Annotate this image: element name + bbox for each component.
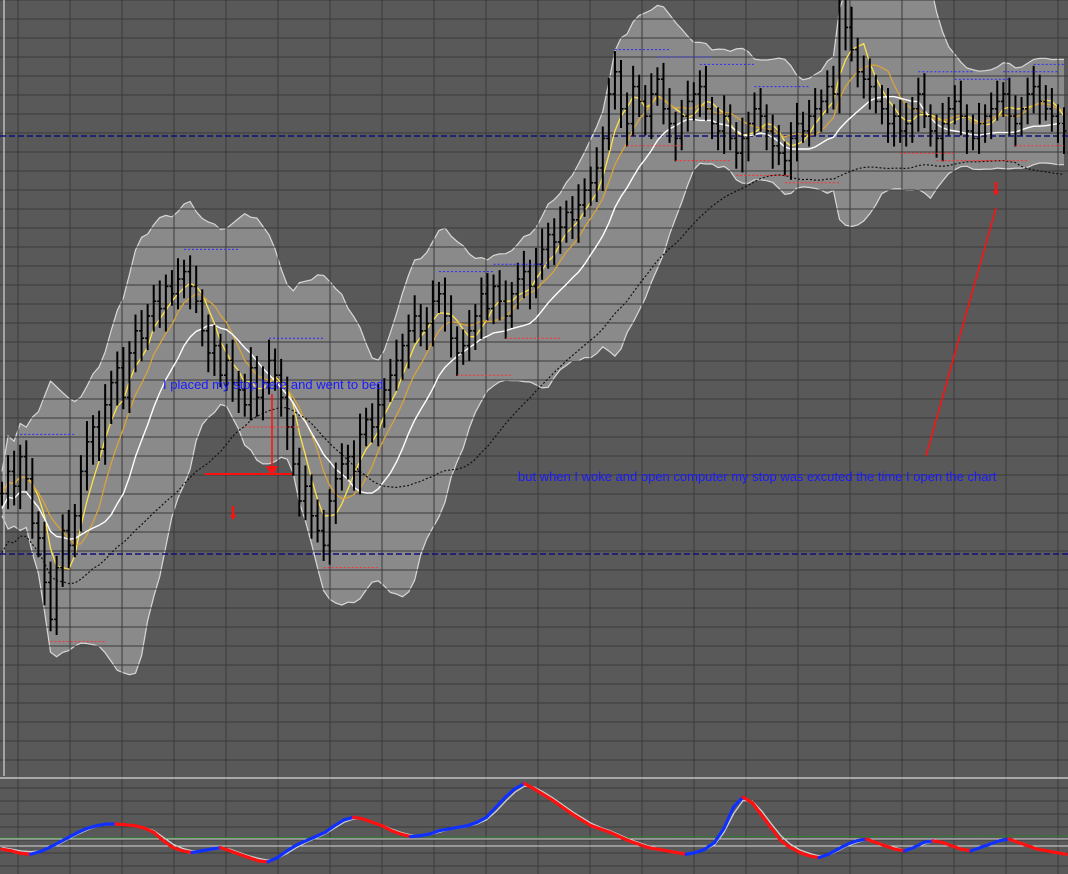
oscillator-panel [0, 776, 1068, 874]
oscillator-background [0, 776, 1068, 874]
woke-annotation-text: but when I woke and open computer my sto… [518, 469, 997, 484]
down-arrow-marker-head [993, 191, 999, 196]
osc-fast-segment [1054, 850, 1068, 856]
band-fill [2, 0, 1064, 675]
bollinger-band-area [1, 0, 1064, 676]
stop-annotation-text: I placed my stop here and went to bed [163, 377, 383, 392]
chart-canvas: I placed my stop here and went to bed bu… [0, 0, 1068, 874]
execution-pointer-line [925, 207, 997, 457]
down-arrow-marker-head [230, 515, 236, 520]
